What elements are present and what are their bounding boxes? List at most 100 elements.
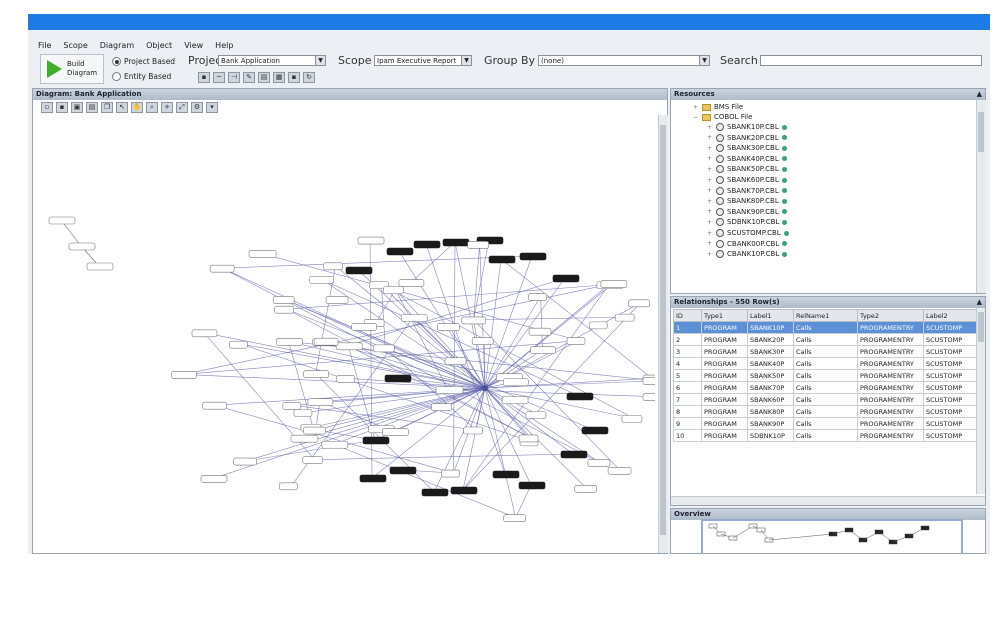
refresh-icon[interactable]: ↻ bbox=[303, 72, 315, 83]
groupby-select[interactable]: (none) ▼ bbox=[538, 55, 710, 66]
open-icon[interactable]: ▫ bbox=[41, 102, 53, 113]
graph-node[interactable] bbox=[471, 337, 494, 345]
filter-icon[interactable]: ▾ bbox=[206, 102, 218, 113]
pointer-icon[interactable]: ↖ bbox=[116, 102, 128, 113]
graph-node[interactable] bbox=[607, 466, 632, 475]
tree-file[interactable]: + SBANK50P.CBL bbox=[707, 165, 787, 174]
graph-node[interactable] bbox=[642, 393, 655, 401]
graph-node-dark[interactable] bbox=[442, 238, 470, 247]
save-icon[interactable]: ▪ bbox=[56, 102, 68, 113]
expand-icon[interactable]: + bbox=[707, 134, 713, 141]
expand-icon[interactable]: + bbox=[693, 104, 699, 111]
entity-based-option[interactable]: Entity Based bbox=[112, 72, 171, 81]
graph-node[interactable] bbox=[372, 344, 395, 353]
column-header[interactable]: Type1 bbox=[701, 309, 748, 322]
graph-node[interactable] bbox=[588, 321, 608, 330]
graph-node[interactable] bbox=[209, 264, 235, 273]
graph-node[interactable] bbox=[290, 434, 319, 443]
expand-icon[interactable]: + bbox=[707, 187, 713, 194]
column-header[interactable]: Type2 bbox=[857, 309, 924, 322]
table-row[interactable]: 7 PROGRAM SBANK60P Calls PROGRAMENTRY SCUSTOM… bbox=[673, 393, 977, 406]
table-row[interactable]: 3 PROGRAM SBANK30P Calls PROGRAMENTRY SCUSTOM… bbox=[673, 345, 977, 358]
menu-file[interactable]: File bbox=[38, 41, 51, 50]
graph-node[interactable] bbox=[574, 485, 597, 493]
expand-icon[interactable]: − bbox=[693, 114, 699, 121]
tree-file[interactable]: + SBANK70P.CBL bbox=[707, 186, 787, 195]
tree-file[interactable]: + SBANK90P.CBL bbox=[707, 207, 787, 216]
expand-icon[interactable]: + bbox=[707, 166, 713, 173]
graph-node[interactable] bbox=[276, 338, 303, 346]
graph-node[interactable] bbox=[528, 293, 547, 301]
expand-icon[interactable]: + bbox=[707, 177, 713, 184]
graph-node[interactable] bbox=[307, 398, 334, 406]
hand-icon[interactable]: ✋ bbox=[131, 102, 143, 113]
graph-node-dark[interactable] bbox=[450, 486, 478, 495]
zoom-icon[interactable]: ⌕ bbox=[146, 102, 158, 113]
menu-view[interactable]: View bbox=[184, 41, 203, 50]
tree-file[interactable]: + SBANK20P.CBL bbox=[707, 133, 787, 142]
graph-node-dark[interactable] bbox=[488, 255, 516, 264]
graph-node[interactable] bbox=[229, 340, 248, 349]
table-row[interactable]: 8 PROGRAM SBANK80P Calls PROGRAMENTRY SCUSTOM… bbox=[673, 405, 977, 418]
graph-node[interactable] bbox=[233, 457, 257, 466]
graph-node[interactable] bbox=[200, 475, 228, 483]
graph-node[interactable] bbox=[530, 346, 556, 354]
tree-file[interactable]: + SCUSTOMP.CBL bbox=[707, 229, 789, 237]
link-icon[interactable]: ─ bbox=[213, 72, 225, 83]
relationships-scrollbar[interactable] bbox=[976, 308, 985, 494]
scroll-thumb[interactable] bbox=[978, 112, 984, 152]
graph-node-dark[interactable] bbox=[359, 474, 387, 483]
graph-node[interactable] bbox=[503, 514, 527, 522]
expand-icon[interactable]: + bbox=[707, 124, 713, 131]
graph-node[interactable] bbox=[614, 313, 635, 322]
graph-node[interactable] bbox=[503, 378, 529, 387]
print-icon[interactable]: ▤ bbox=[258, 72, 270, 83]
menu-scope[interactable]: Scope bbox=[63, 41, 87, 50]
layout-icon[interactable]: ⚙ bbox=[191, 102, 203, 113]
graph-node[interactable] bbox=[309, 276, 335, 284]
graph-node[interactable] bbox=[48, 216, 76, 225]
table-row[interactable]: 4 PROGRAM SBANK40P Calls PROGRAMENTRY SCUSTOM… bbox=[673, 357, 977, 370]
graph-node[interactable] bbox=[525, 411, 547, 419]
graph-node-dark[interactable] bbox=[518, 481, 546, 490]
graph-node[interactable] bbox=[68, 242, 96, 251]
zoom-in-icon[interactable]: + bbox=[161, 102, 173, 113]
menu-object[interactable]: Object bbox=[146, 41, 172, 50]
graph-node[interactable] bbox=[303, 370, 329, 378]
graph-node-dark[interactable] bbox=[386, 247, 414, 256]
resources-scrollbar[interactable] bbox=[976, 100, 986, 293]
graph-node-dark[interactable] bbox=[362, 436, 390, 445]
graph-node[interactable] bbox=[86, 262, 114, 271]
expand-icon[interactable]: + bbox=[707, 219, 713, 226]
graph-node[interactable] bbox=[321, 440, 349, 449]
image-icon[interactable]: ▣ bbox=[71, 102, 83, 113]
graph-node[interactable] bbox=[282, 402, 302, 410]
graph-node[interactable] bbox=[279, 482, 298, 491]
table-row[interactable]: 10 PROGRAM SDBNK10P Calls PROGRAMENTRY SCUSTO… bbox=[673, 429, 977, 442]
graph-node-dark[interactable] bbox=[566, 392, 594, 401]
search-input[interactable] bbox=[760, 55, 982, 66]
column-header[interactable]: Label1 bbox=[747, 309, 794, 322]
graph-node[interactable] bbox=[441, 469, 460, 478]
graph-node[interactable] bbox=[382, 428, 409, 436]
graph-node[interactable] bbox=[566, 337, 586, 345]
graph-node-dark[interactable] bbox=[519, 252, 547, 261]
graph-node[interactable] bbox=[642, 377, 655, 385]
fit-icon[interactable]: ⤢ bbox=[176, 102, 188, 113]
diagram-scrollbar[interactable] bbox=[658, 115, 668, 553]
graph-node[interactable] bbox=[351, 323, 377, 331]
graph-node[interactable] bbox=[621, 415, 643, 423]
graph-node[interactable] bbox=[501, 396, 529, 405]
graph-node[interactable] bbox=[383, 286, 404, 294]
tree-file[interactable]: + CBANK10P.CBL bbox=[707, 250, 788, 259]
graph-node-dark[interactable] bbox=[552, 274, 580, 283]
dependency-graph[interactable] bbox=[33, 115, 655, 554]
graph-node-dark[interactable] bbox=[389, 466, 417, 475]
tree-file[interactable]: + SBANK30P.CBL bbox=[707, 144, 787, 153]
graph-node-dark[interactable] bbox=[345, 266, 373, 275]
graph-node-dark[interactable] bbox=[384, 374, 412, 383]
tree-file[interactable]: + SDBNK10P.CBL bbox=[707, 218, 788, 227]
expand-icon[interactable]: + bbox=[707, 251, 713, 258]
column-header[interactable]: Label2 bbox=[923, 309, 977, 322]
graph-node[interactable] bbox=[335, 342, 363, 351]
